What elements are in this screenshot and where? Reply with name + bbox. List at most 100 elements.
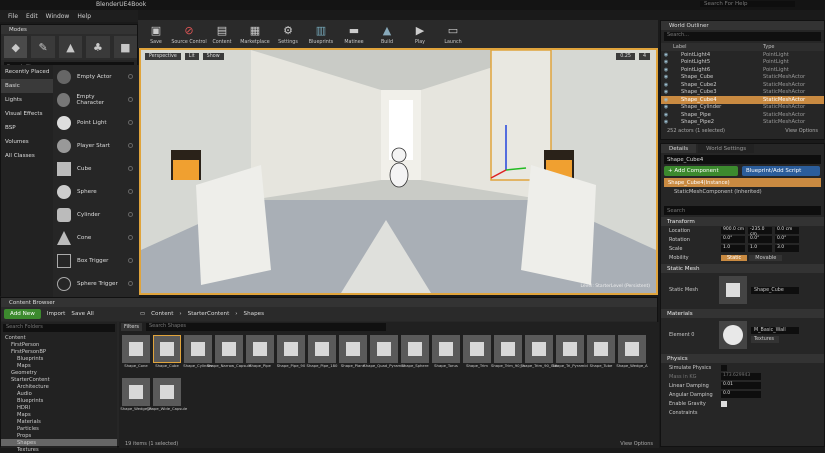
place-point-light[interactable]: Point Light — [53, 111, 139, 134]
eye-icon[interactable]: ◉ — [661, 59, 671, 65]
asset-tile[interactable]: Shape_Pipe_180 — [307, 335, 337, 375]
static-toggle[interactable]: Static — [721, 254, 748, 261]
asset-tile[interactable]: Shape_Tube — [587, 335, 615, 375]
tree-item[interactable]: FirstPerson — [1, 341, 117, 348]
tree-item[interactable]: Particles — [1, 425, 117, 432]
movable-toggle[interactable]: Movable — [749, 254, 783, 261]
asset-tile[interactable]: Shape_Pipe — [246, 335, 274, 375]
outliner-tab[interactable]: World Outliner — [661, 21, 824, 30]
enable-gravity-checkbox[interactable] — [721, 400, 727, 407]
camera-speed-readout[interactable]: 0.25 — [616, 53, 635, 60]
modes-tab[interactable]: Modes — [1, 25, 137, 34]
outliner-row[interactable]: ◉ PointLight5 PointLight — [661, 59, 824, 67]
asset-tile[interactable]: Shape_Sphere — [401, 335, 429, 375]
tree-item[interactable]: Audio — [1, 390, 117, 397]
component-static-mesh[interactable]: StaticMeshComponent (Inherited) — [664, 187, 821, 196]
asset-tile[interactable]: Shape_Wide_Capsule — [147, 378, 187, 418]
eye-icon[interactable]: ◉ — [661, 67, 671, 73]
category-bsp[interactable]: BSP — [1, 121, 53, 135]
asset-tile[interactable]: Shape_Plane — [339, 335, 367, 375]
tree-item[interactable]: Blueprints — [1, 397, 117, 404]
place-cone[interactable]: Cone — [53, 226, 139, 249]
folder-search-input[interactable]: Search Folders — [3, 324, 115, 332]
actor-name-field[interactable]: Shape_Cube4 — [664, 155, 821, 164]
tree-item[interactable]: Geometry — [1, 369, 117, 376]
place-empty-actor[interactable]: Empty Actor — [53, 65, 139, 88]
menu-help[interactable]: Help — [77, 13, 91, 20]
asset-tile[interactable]: Shape_Trim_90_Out — [520, 335, 558, 375]
tree-item[interactable]: StarterContent — [1, 376, 117, 383]
asset-tile[interactable]: Shape_Quad_Pyramid — [363, 335, 405, 375]
physics-section[interactable]: Physics — [661, 354, 824, 363]
content-view-options[interactable]: View Options — [620, 441, 653, 447]
place-cylinder[interactable]: Cylinder — [53, 203, 139, 226]
transform-section[interactable]: Transform — [661, 217, 824, 226]
asset-tile-selected[interactable]: Shape_Cube — [153, 335, 181, 375]
tree-item[interactable]: Textures — [1, 446, 117, 453]
help-search[interactable]: Search For Help — [700, 1, 795, 7]
menu-file[interactable]: File — [8, 13, 18, 20]
simulate-physics-checkbox[interactable] — [721, 364, 727, 371]
landscape-mode-icon[interactable]: ▲ — [58, 36, 83, 58]
outliner-row[interactable]: ◉ Shape_Cube StaticMeshActor — [661, 74, 824, 82]
paint-mode-icon[interactable]: ✎ — [31, 36, 55, 58]
material-thumbnail[interactable] — [719, 321, 747, 349]
outliner-row[interactable]: ◉ PointLight6 PointLight — [661, 66, 824, 74]
eye-icon[interactable]: ◉ — [661, 119, 671, 125]
blueprints-button[interactable]: ▥ Blueprints — [307, 20, 335, 48]
tree-item[interactable]: Maps — [1, 411, 117, 418]
asset-tile[interactable]: Shape_Tri_Pyramid — [552, 335, 588, 375]
place-mode-icon[interactable]: ◆ — [4, 36, 28, 58]
eye-icon[interactable]: ◉ — [661, 82, 671, 88]
save-button[interactable]: ▣ Save — [142, 20, 170, 48]
eye-icon[interactable]: ◉ — [661, 97, 671, 103]
outliner-row[interactable]: ◉ Shape_Cube2 StaticMeshActor — [661, 81, 824, 89]
tree-item[interactable]: Architecture — [1, 383, 117, 390]
asset-tile[interactable]: Shape_Wedge_A — [616, 335, 648, 375]
category-volumes[interactable]: Volumes — [1, 135, 53, 149]
tree-item[interactable]: Materials — [1, 418, 117, 425]
matinee-button[interactable]: ▬ Matinee — [340, 20, 368, 48]
blueprint-add-script-button[interactable]: Blueprint/Add Script — [742, 166, 820, 176]
type-column[interactable]: Type — [763, 44, 774, 50]
import-button[interactable]: Import — [47, 311, 66, 317]
tree-item[interactable]: HDRI — [1, 404, 117, 411]
lit-button[interactable]: Lit — [184, 53, 199, 60]
tab-details[interactable]: Details — [661, 144, 697, 153]
foliage-mode-icon[interactable]: ♣ — [86, 36, 110, 58]
tree-item-selected[interactable]: Shapes — [1, 439, 117, 446]
eye-icon[interactable]: ◉ — [661, 112, 671, 118]
eye-icon[interactable]: ◉ — [661, 52, 671, 58]
content-browser-tab[interactable]: Content Browser — [1, 298, 657, 307]
category-visual-effects[interactable]: Visual Effects — [1, 107, 53, 121]
asset-tile[interactable]: Shape_Wedge_B — [120, 378, 152, 418]
eye-icon[interactable]: ◉ — [661, 104, 671, 110]
place-player-start[interactable]: Player Start — [53, 134, 139, 157]
category-recently-placed[interactable]: Recently Placed — [1, 65, 53, 79]
launch-button[interactable]: ▭ Launch — [439, 20, 467, 48]
filters-button[interactable]: Filters — [121, 323, 142, 331]
details-search-input[interactable]: Search — [664, 206, 821, 215]
category-all-classes[interactable]: All Classes — [1, 149, 53, 163]
static-mesh-section[interactable]: Static Mesh — [661, 264, 824, 273]
static-mesh-dropdown[interactable]: Shape_Cube — [751, 286, 799, 294]
marketplace-button[interactable]: ▦ Marketplace — [240, 20, 269, 48]
settings-button[interactable]: ⚙ Settings — [274, 20, 302, 48]
tab-world-settings[interactable]: World Settings — [698, 144, 755, 153]
play-button[interactable]: ▶ Play — [406, 20, 434, 48]
content-button[interactable]: ▤ Content — [208, 20, 236, 48]
outliner-row[interactable]: ◉ Shape_Cylinder StaticMeshActor — [661, 104, 824, 112]
place-sphere[interactable]: Sphere — [53, 180, 139, 203]
add-component-button[interactable]: + Add Component — [664, 166, 738, 176]
level-viewport[interactable]: Perspective Lit Show 0.25 4 Level: Start… — [139, 48, 658, 295]
perspective-button[interactable]: Perspective — [145, 53, 181, 60]
materials-section[interactable]: Materials — [661, 309, 824, 318]
label-column[interactable]: Label — [661, 44, 763, 50]
geometry-mode-icon[interactable]: ■ — [113, 36, 138, 58]
eye-icon[interactable]: ◉ — [661, 74, 671, 80]
tree-item[interactable]: FirstPersonBP — [1, 348, 117, 355]
menu-window[interactable]: Window — [46, 13, 70, 20]
place-box-trigger[interactable]: Box Trigger — [53, 249, 139, 272]
outliner-row-selected[interactable]: ◉ Shape_Cube4 StaticMeshActor — [661, 96, 824, 104]
mesh-thumbnail[interactable] — [719, 276, 747, 304]
